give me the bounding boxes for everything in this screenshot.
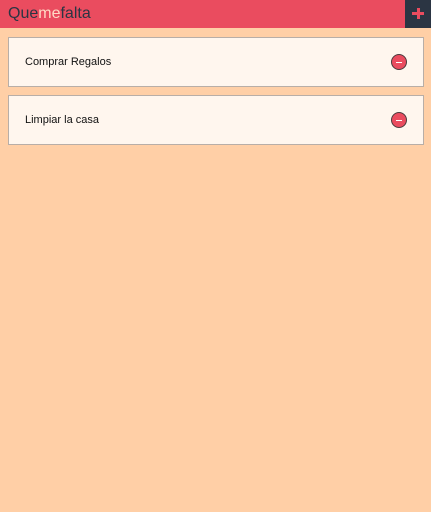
app-title: Quemefalta <box>8 5 91 23</box>
remove-task-button[interactable] <box>391 54 407 70</box>
minus-circle-icon <box>396 61 402 64</box>
app-title-me: me <box>38 5 61 22</box>
app-header: Quemefalta <box>0 0 431 28</box>
app-title-que: Que <box>8 5 39 22</box>
task-list: Comprar Regalos Limpiar la casa <box>8 37 424 153</box>
task-label: Comprar Regalos <box>25 56 112 68</box>
task-label: Limpiar la casa <box>25 114 99 126</box>
plus-icon-vertical <box>416 8 420 19</box>
minus-circle-icon <box>396 119 402 122</box>
task-item: Comprar Regalos <box>8 37 424 87</box>
remove-task-button[interactable] <box>391 112 407 128</box>
app-title-falta: falta <box>60 5 91 22</box>
task-item: Limpiar la casa <box>8 95 424 145</box>
add-task-button[interactable] <box>405 0 431 28</box>
